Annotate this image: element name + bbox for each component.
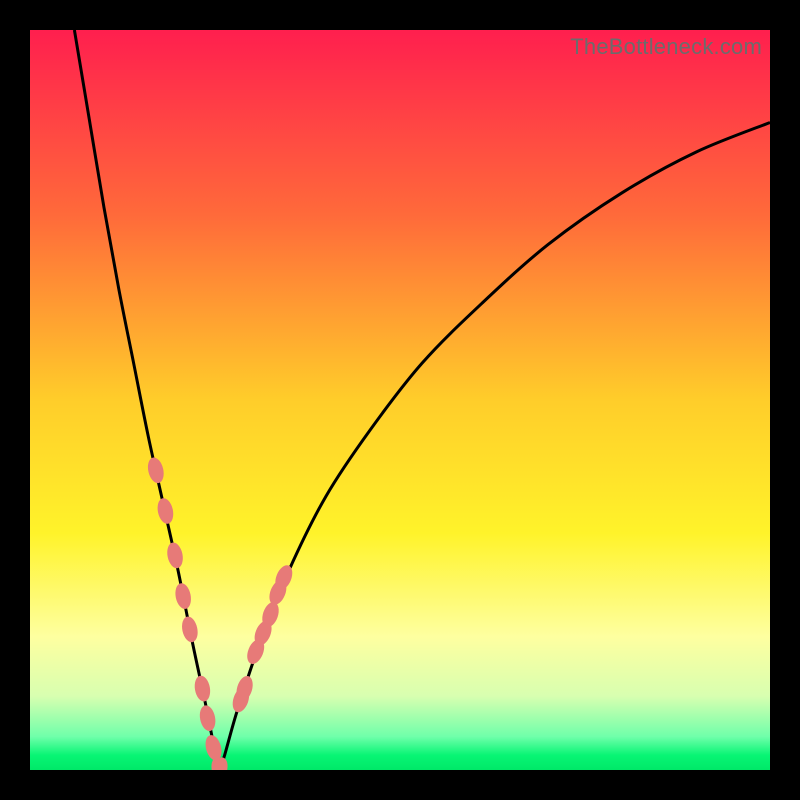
curve-right-branch [219, 123, 770, 771]
highlight-dot [155, 497, 175, 526]
curve-layer [30, 30, 770, 770]
curve-left-branch [74, 30, 219, 770]
watermark-text: TheBottleneck.com [570, 34, 762, 60]
highlight-dot [165, 541, 185, 569]
plot-area: TheBottleneck.com [30, 30, 770, 770]
highlight-dot [173, 582, 193, 610]
highlight-dot [180, 615, 200, 644]
outer-frame: TheBottleneck.com [0, 0, 800, 800]
highlight-dot [193, 675, 212, 703]
highlight-dot [198, 704, 218, 732]
highlight-dot [146, 456, 167, 485]
